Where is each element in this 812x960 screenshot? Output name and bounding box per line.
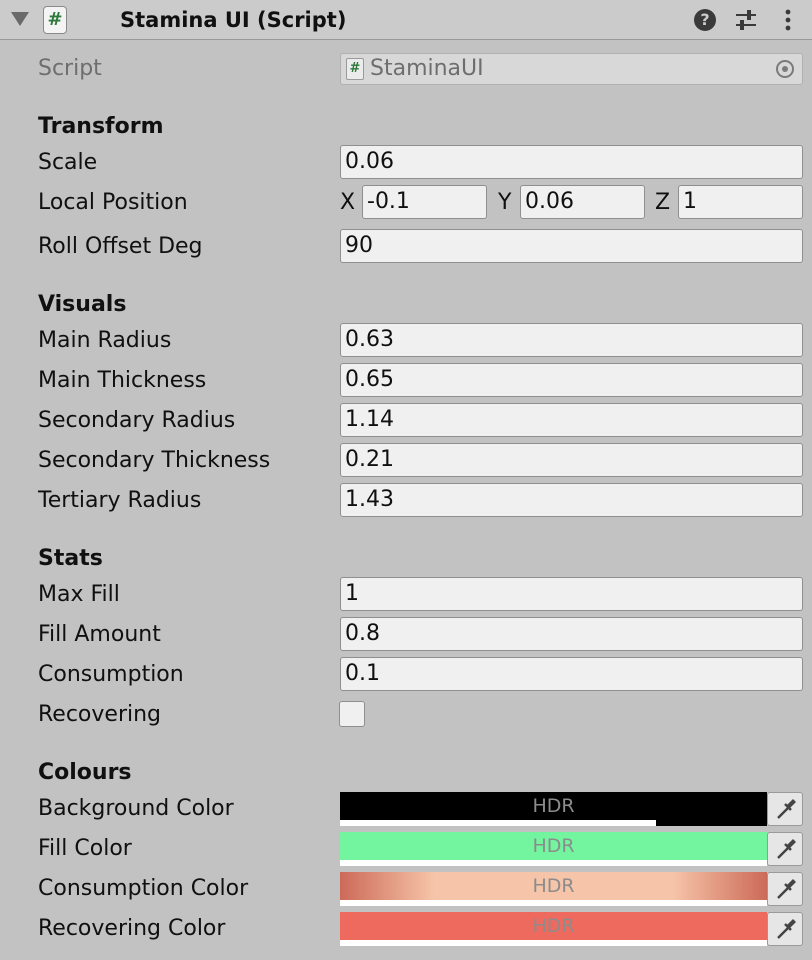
visuals-heading: Visuals [38, 292, 127, 317]
tertiary-radius-field[interactable]: 1.43 [340, 483, 803, 517]
eyedropper-button[interactable] [767, 912, 803, 946]
script-label: Script [38, 56, 102, 81]
tertiary-radius-label: Tertiary Radius [38, 488, 202, 513]
hdr-label: HDR [532, 875, 575, 897]
script-mini-icon: # [346, 58, 364, 80]
alpha-bar-remainder [656, 820, 767, 826]
local-position-x-field[interactable]: -0.1 [362, 185, 487, 219]
consumption-field[interactable]: 0.1 [340, 657, 803, 691]
component-header: # Stamina UI (Script) ? [0, 0, 812, 40]
stats-heading: Stats [38, 546, 103, 571]
local-position-label: Local Position [38, 190, 188, 215]
eyedropper-icon [777, 879, 796, 899]
secondary-thickness-field[interactable]: 0.21 [340, 443, 803, 477]
roll-offset-field[interactable]: 90 [340, 229, 803, 263]
secondary-thickness-label: Secondary Thickness [38, 448, 271, 473]
colours-heading: Colours [38, 760, 132, 785]
transform-heading: Transform [38, 114, 164, 139]
recovering-checkbox[interactable] [339, 701, 365, 727]
eyedropper-button[interactable] [767, 792, 803, 826]
fill-amount-label: Fill Amount [38, 622, 161, 647]
main-thickness-field[interactable]: 0.65 [340, 363, 803, 397]
y-axis-label: Y [498, 190, 512, 215]
eyedropper-icon [777, 839, 796, 859]
local-position-z-field[interactable]: 1 [678, 185, 803, 219]
hdr-label: HDR [532, 795, 575, 817]
script-name: StaminaUI [370, 56, 484, 81]
fill-color-field[interactable]: HDR [340, 832, 767, 866]
scale-label: Scale [38, 150, 98, 175]
recovering-label: Recovering [38, 702, 162, 727]
help-icon[interactable]: ? [694, 9, 716, 31]
object-picker-icon[interactable] [776, 60, 794, 78]
scale-field[interactable]: 0.06 [340, 145, 803, 179]
recovering-color-label: Recovering Color [38, 916, 226, 941]
recovering-color-field[interactable]: HDR [340, 912, 767, 946]
eyedropper-button[interactable] [767, 872, 803, 906]
foldout-arrow-icon[interactable] [11, 12, 29, 26]
fill-amount-field[interactable]: 0.8 [340, 617, 803, 651]
alpha-bar [340, 900, 767, 906]
secondary-radius-label: Secondary Radius [38, 408, 236, 433]
main-thickness-label: Main Thickness [38, 368, 207, 393]
alpha-bar [340, 860, 767, 866]
background-color-field[interactable]: HDR [340, 792, 767, 826]
script-icon: # [43, 6, 67, 34]
local-position-y-field[interactable]: 0.06 [520, 185, 645, 219]
consumption-label: Consumption [38, 662, 184, 687]
x-axis-label: X [340, 190, 356, 215]
component-title: Stamina UI (Script) [120, 8, 347, 32]
main-radius-field[interactable]: 0.63 [340, 323, 803, 357]
script-object-field[interactable]: # StaminaUI [340, 53, 803, 85]
hdr-label: HDR [532, 915, 575, 937]
max-fill-field[interactable]: 1 [340, 577, 803, 611]
alpha-bar [340, 820, 656, 826]
max-fill-label: Max Fill [38, 582, 120, 607]
z-axis-label: Z [655, 190, 671, 215]
presets-icon[interactable] [734, 8, 758, 32]
roll-offset-label: Roll Offset Deg [38, 234, 203, 259]
eyedropper-button[interactable] [767, 832, 803, 866]
background-color-label: Background Color [38, 796, 234, 821]
alpha-bar [340, 940, 767, 946]
fill-color-label: Fill Color [38, 836, 132, 861]
main-radius-label: Main Radius [38, 328, 172, 353]
eyedropper-icon [777, 919, 796, 939]
kebab-menu-icon[interactable] [776, 8, 800, 32]
consumption-color-field[interactable]: HDR [340, 872, 767, 906]
hdr-label: HDR [532, 835, 575, 857]
secondary-radius-field[interactable]: 1.14 [340, 403, 803, 437]
consumption-color-label: Consumption Color [38, 876, 249, 901]
eyedropper-icon [777, 799, 796, 819]
